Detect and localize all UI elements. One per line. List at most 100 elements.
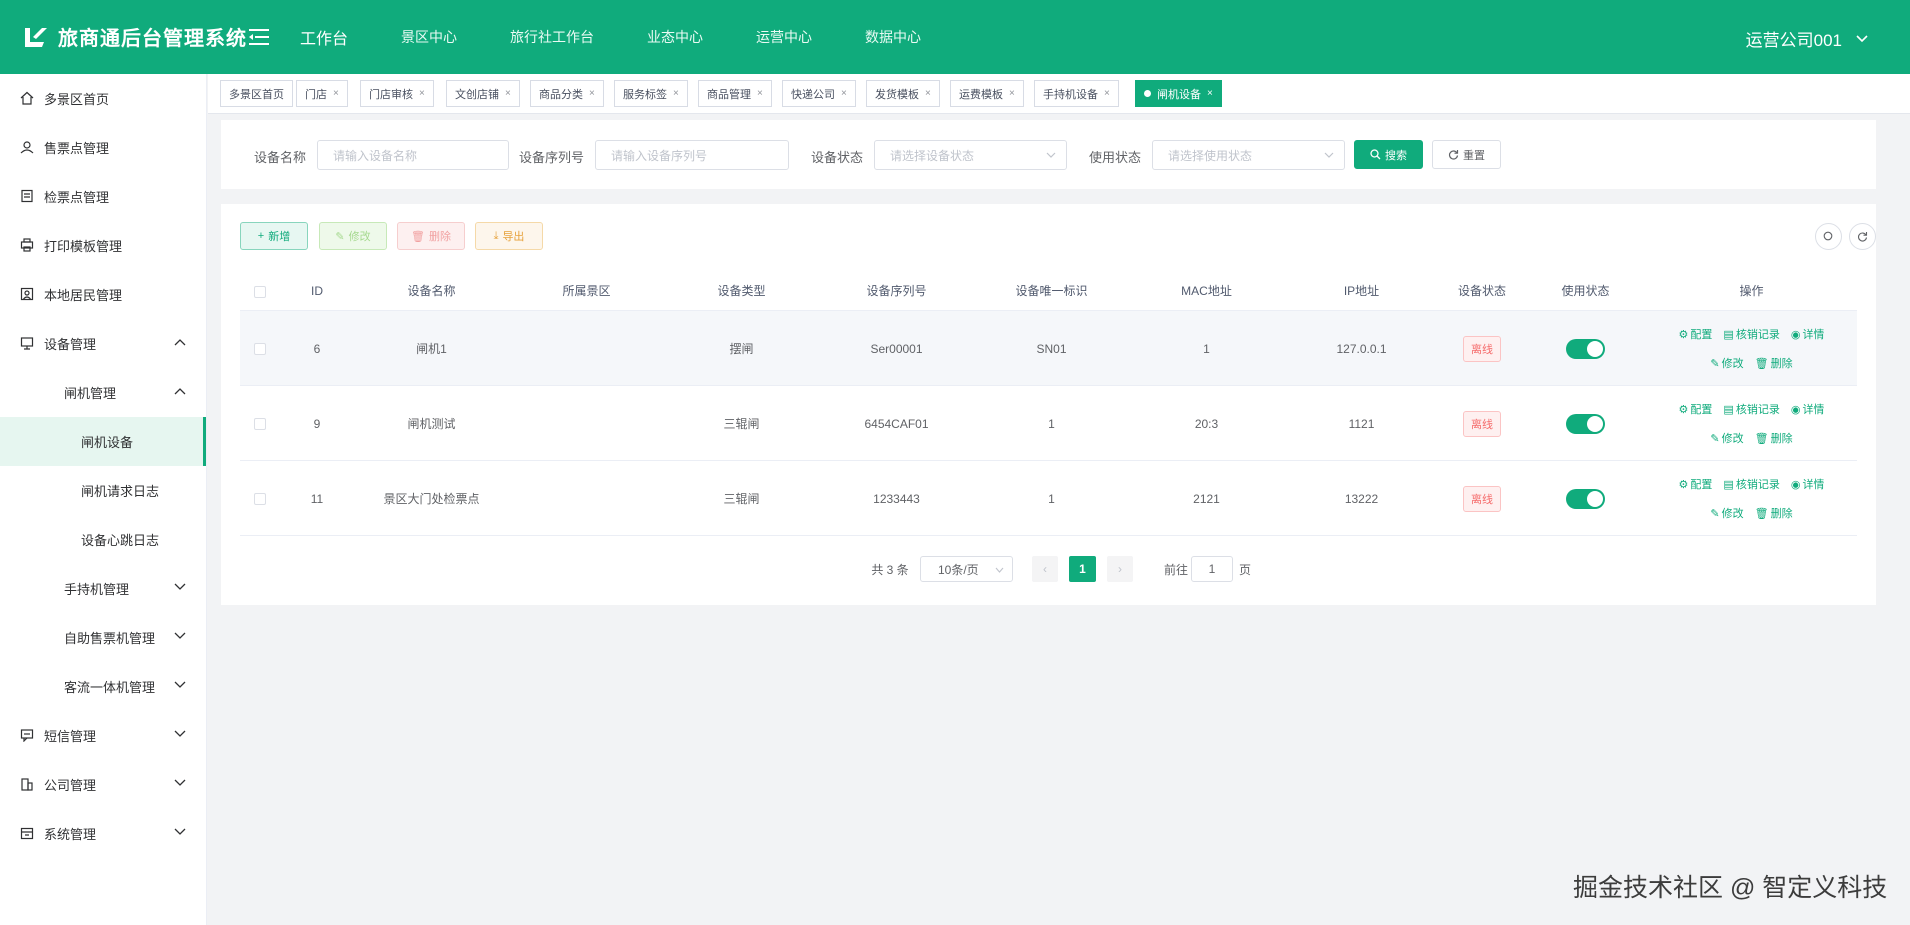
delete-link[interactable]: 🗑 删除 [1755, 505, 1793, 521]
verify-log-link[interactable]: ▤ 核销记录 [1723, 326, 1779, 342]
sidebar-item-gate-request-log[interactable]: 闸机请求日志 [0, 466, 206, 515]
close-icon[interactable]: × [505, 88, 511, 99]
sidebar-item-print-template[interactable]: 打印模板管理 [0, 221, 206, 270]
gear-icon: ⚙ [1678, 403, 1689, 416]
search-button[interactable]: 搜索 [1354, 140, 1423, 169]
nav-operation-center[interactable]: 运营中心 [756, 27, 812, 47]
select-all-checkbox[interactable] [240, 272, 280, 311]
config-link[interactable]: ⚙ 配置 [1679, 476, 1713, 492]
sidebar-item-system[interactable]: 系统管理 [0, 809, 206, 858]
chevron-down-icon [174, 632, 186, 639]
tag-multi-home[interactable]: 多景区首页 [220, 80, 293, 107]
close-icon[interactable]: × [925, 88, 931, 99]
close-icon[interactable]: × [419, 88, 425, 99]
detail-link[interactable]: ◉ 详情 [1791, 401, 1825, 417]
sidebar-item-resident[interactable]: 本地居民管理 [0, 270, 206, 319]
device-name-input[interactable]: 请输入设备名称 [317, 140, 509, 170]
tag-culture-shop[interactable]: 文创店铺 × [446, 80, 520, 107]
delete-link[interactable]: 🗑 删除 [1755, 355, 1793, 371]
device-serial-input[interactable]: 请输入设备序列号 [595, 140, 789, 170]
use-status-label: 使用状态 [1089, 150, 1142, 165]
toggle-search-button[interactable] [1815, 223, 1842, 250]
close-icon[interactable]: × [1104, 88, 1110, 99]
tag-ship-template[interactable]: 发货模板 × [866, 80, 940, 107]
tag-handheld[interactable]: 手持机设备 × [1034, 80, 1119, 107]
sidebar-item-gate[interactable]: 闸机管理 [0, 368, 206, 417]
brand-logo[interactable]: 旅商通后台管理系统 [22, 22, 247, 51]
nav-data-center[interactable]: 数据中心 [865, 27, 921, 47]
tag-gate-device[interactable]: 闸机设备 × [1135, 80, 1222, 107]
next-page-button[interactable]: › [1107, 556, 1133, 582]
use-status-switch[interactable] [1566, 488, 1605, 509]
sidebar-item-check-point[interactable]: 检票点管理 [0, 172, 206, 221]
tag-store-review[interactable]: 门店审核 × [360, 80, 434, 107]
user-menu[interactable]: 运营公司001 [1746, 26, 1868, 51]
page-1-button[interactable]: 1 [1069, 556, 1096, 582]
sidebar-item-gate-device[interactable]: 闸机设备 [0, 417, 206, 466]
row-checkbox[interactable] [240, 311, 280, 386]
close-icon[interactable]: × [333, 88, 339, 99]
table-row[interactable]: 11 景区大门处检票点 三辊闸 1233443 1 2121 13222 离线 ⚙ 配置 ▤ 核销… [240, 461, 1857, 536]
tag-store[interactable]: 门店 × [296, 80, 348, 107]
tag-freight-template[interactable]: 运费模板 × [950, 80, 1024, 107]
plus-icon: + [257, 230, 265, 242]
table-row[interactable]: 6 闸机1 摆闸 Ser00001 SN01 1 127.0.0.1 离线 ⚙ 配置 ▤ 核销记录… [240, 311, 1857, 386]
sidebar-item-company[interactable]: 公司管理 [0, 760, 206, 809]
device-status-select[interactable]: 请选择设备状态 [874, 140, 1067, 170]
edit-link[interactable]: ✎ 修改 [1710, 430, 1743, 446]
close-icon[interactable]: × [757, 88, 763, 99]
table-row[interactable]: 9 闸机测试 三辊闸 6454CAF01 1 20:3 1121 离线 ⚙ 配置 ▤ 核销记录 ◉… [240, 386, 1857, 461]
tag-goods-manage[interactable]: 商品管理 × [698, 80, 772, 107]
use-status-switch[interactable] [1566, 338, 1605, 359]
use-status-switch[interactable] [1566, 413, 1605, 434]
close-icon[interactable]: × [1009, 88, 1015, 99]
delete-button[interactable]: 🗑 删除 [397, 222, 465, 250]
config-link[interactable]: ⚙ 配置 [1679, 326, 1713, 342]
sidebar-item-sms[interactable]: 短信管理 [0, 711, 206, 760]
edit-button[interactable]: ✎ 修改 [319, 222, 387, 250]
edit-link[interactable]: ✎ 修改 [1710, 355, 1743, 371]
nav-scenic-center[interactable]: 景区中心 [401, 27, 457, 47]
reset-button[interactable]: 重置 [1432, 140, 1501, 169]
tag-goods-category[interactable]: 商品分类 × [530, 80, 604, 107]
close-icon[interactable]: × [1207, 88, 1213, 99]
refresh-button[interactable] [1849, 223, 1876, 250]
nav-agency-workbench[interactable]: 旅行社工作台 [510, 27, 594, 47]
detail-link[interactable]: ◉ 详情 [1791, 476, 1825, 492]
row-checkbox[interactable] [240, 386, 280, 461]
edit-link[interactable]: ✎ 修改 [1710, 505, 1743, 521]
detail-link[interactable]: ◉ 详情 [1791, 326, 1825, 342]
close-icon[interactable]: × [589, 88, 595, 99]
tag-label: 闸机设备 [1157, 88, 1201, 101]
chevron-right-icon: › [1118, 562, 1122, 576]
sidebar-item-self-ticket[interactable]: 自助售票机管理 [0, 613, 206, 662]
status-badge: 离线 [1463, 485, 1501, 512]
row-checkbox[interactable] [240, 461, 280, 536]
menu-fold-icon[interactable] [249, 29, 269, 45]
nav-business-center[interactable]: 业态中心 [647, 27, 703, 47]
export-button[interactable]: ⤓ 导出 [475, 222, 543, 250]
sidebar-item-ticket-point[interactable]: 售票点管理 [0, 123, 206, 172]
sidebar-item-passenger-flow[interactable]: 客流一体机管理 [0, 662, 206, 711]
config-link[interactable]: ⚙ 配置 [1679, 401, 1713, 417]
sidebar-item-heartbeat-log[interactable]: 设备心跳日志 [0, 515, 206, 564]
use-status-select[interactable]: 请选择使用状态 [1152, 140, 1345, 170]
prev-page-button[interactable]: ‹ [1032, 556, 1058, 582]
tag-express[interactable]: 快递公司 × [782, 80, 856, 107]
verify-log-link[interactable]: ▤ 核销记录 [1723, 401, 1779, 417]
close-icon[interactable]: × [841, 88, 847, 99]
add-button[interactable]: + 新增 [240, 222, 308, 250]
delete-link[interactable]: 🗑 删除 [1755, 430, 1793, 446]
close-icon[interactable]: × [673, 88, 679, 99]
nav-workbench[interactable]: 工作台 [300, 25, 348, 49]
sidebar-item-home[interactable]: 多景区首页 [0, 74, 206, 123]
page-size-select[interactable]: 10条/页 [920, 556, 1013, 582]
detail-label: 详情 [1802, 479, 1825, 491]
row-actions: ⚙ 配置 ▤ 核销记录 ◉ 详情 ✎ 修改 🗑 删除 [1679, 326, 1825, 371]
goto-page-input[interactable]: 1 [1191, 556, 1233, 582]
verify-log-link[interactable]: ▤ 核销记录 [1723, 476, 1779, 492]
sidebar-item-device[interactable]: 设备管理 [0, 319, 206, 368]
chevron-down-icon [1324, 152, 1334, 158]
sidebar-item-handheld[interactable]: 手持机管理 [0, 564, 206, 613]
tag-service-label[interactable]: 服务标签 × [614, 80, 688, 107]
